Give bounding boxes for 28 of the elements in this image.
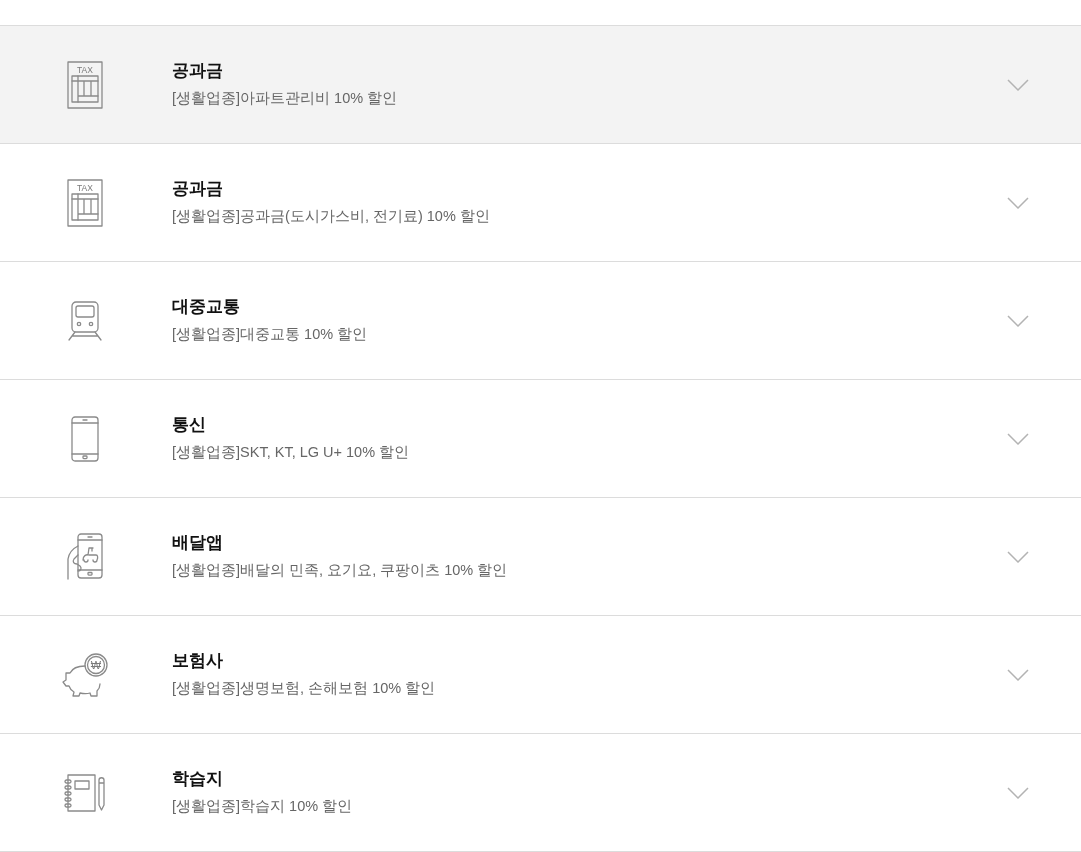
benefit-description: [생활업종]대중교통 10% 할인: [172, 325, 369, 345]
chevron-down-icon[interactable]: [1007, 786, 1029, 799]
chevron-down-icon[interactable]: [1007, 78, 1029, 91]
hand-holding-phone-icon: [66, 533, 104, 580]
benefit-title: 배달앱: [172, 532, 224, 555]
benefit-title: 공과금: [172, 178, 224, 201]
benefit-accordion-row[interactable]: TAX 공과금 [생활업종]아파트관리비 10% 할인: [0, 26, 1081, 144]
benefit-title: 보험사: [172, 650, 224, 673]
benefit-description: [생활업종]학습지 10% 할인: [172, 797, 354, 817]
notebook-pencil-icon: [64, 773, 106, 812]
tax-form-icon: TAX: [67, 60, 103, 109]
benefit-description: [생활업종]생명보험, 손해보험 10% 할인: [172, 679, 437, 699]
benefit-description: [생활업종]공과금(도시가스비, 전기료) 10% 할인: [172, 207, 491, 227]
chevron-down-icon[interactable]: [1007, 550, 1029, 563]
smartphone-icon: [71, 415, 99, 462]
chevron-down-icon[interactable]: [1007, 432, 1029, 445]
chevron-down-icon[interactable]: [1007, 668, 1029, 681]
tax-form-icon: TAX: [67, 178, 103, 227]
train-icon: [68, 300, 102, 341]
benefit-description: [생활업종]배달의 민족, 요기요, 쿠팡이츠 10% 할인: [172, 561, 509, 581]
benefit-title: 공과금: [172, 60, 224, 83]
chevron-down-icon[interactable]: [1007, 196, 1029, 209]
benefit-description: [생활업종]SKT, KT, LG U+ 10% 할인: [172, 443, 411, 463]
benefit-title: 대중교통: [172, 296, 241, 319]
chevron-down-icon[interactable]: [1007, 314, 1029, 327]
benefit-description: [생활업종]아파트관리비 10% 할인: [172, 89, 399, 109]
benefit-title: 학습지: [172, 768, 224, 791]
benefit-title: 통신: [172, 414, 207, 437]
